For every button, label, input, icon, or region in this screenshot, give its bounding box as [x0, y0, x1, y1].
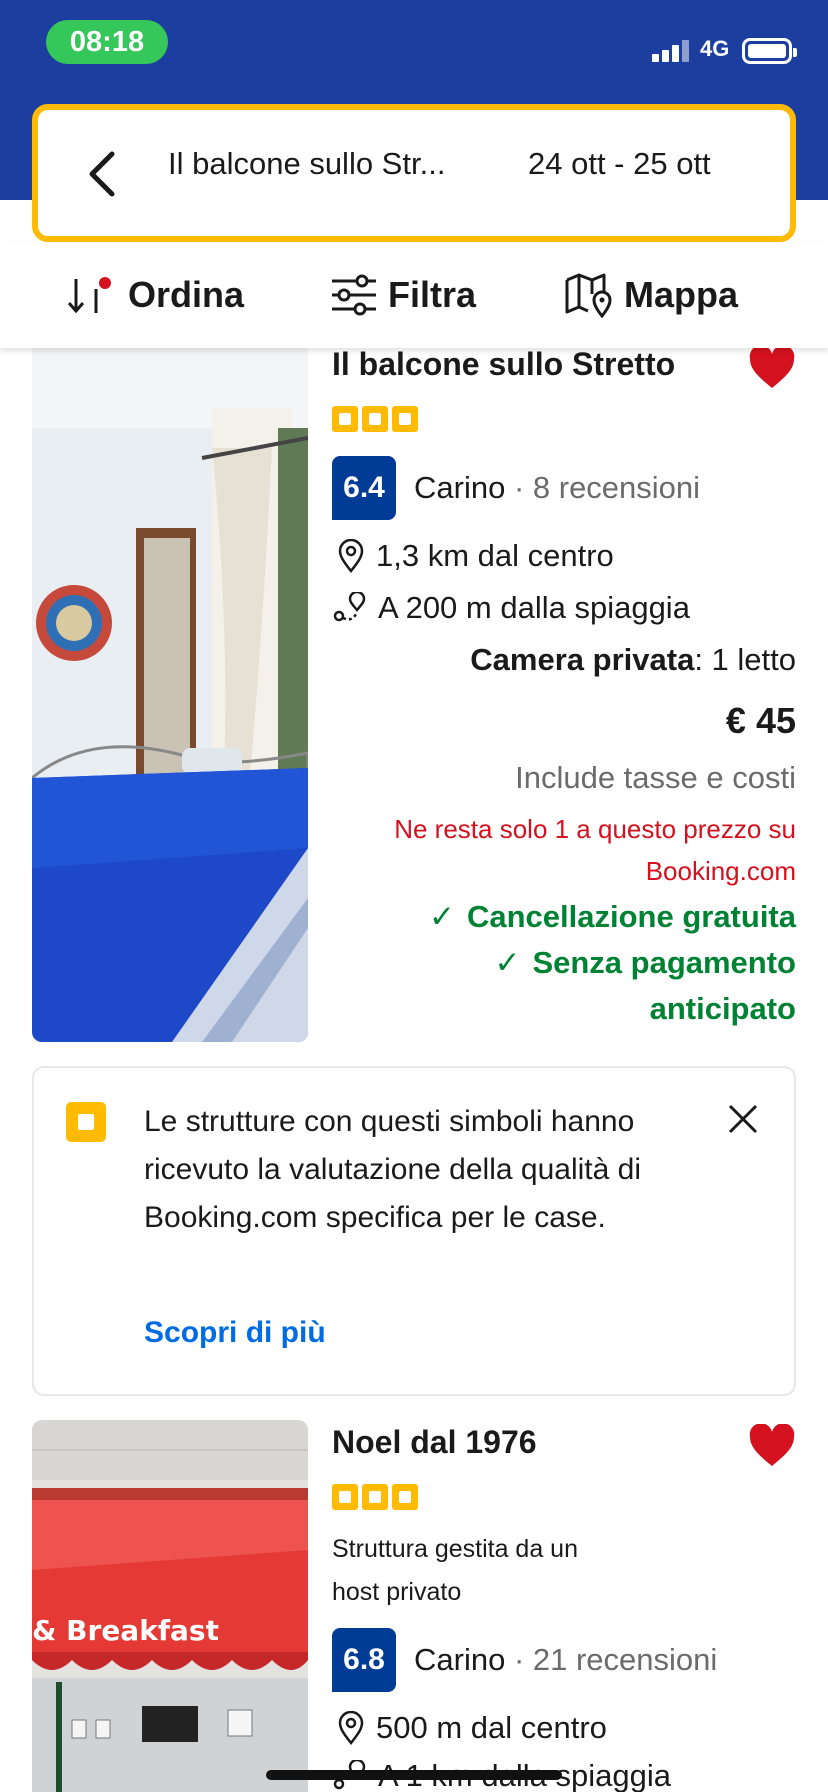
free-cancellation: ✓ Cancellazione gratuita: [429, 894, 796, 940]
results-toolbar: Ordina Filtra Mappa: [0, 242, 828, 348]
sort-label: Ordina: [128, 274, 245, 315]
filter-label: Filtra: [388, 274, 477, 315]
room-info: Camera privata: 1 letto: [470, 642, 796, 678]
favorite-heart-icon[interactable]: [748, 346, 796, 390]
perk-no-prepayment-line-1: Senza pagamento: [532, 945, 796, 980]
quality-rating-squares: [332, 1484, 418, 1510]
review-summary: Carino · 8 recensioni: [414, 470, 701, 505]
filter-icon: [332, 274, 376, 316]
check-icon: ✓: [428, 899, 455, 934]
listing-title[interactable]: Noel dal 1976: [332, 1424, 537, 1461]
rating-word: Carino: [414, 1642, 506, 1677]
review-count: 21 recensioni: [532, 1642, 718, 1677]
host-note-line-1: Struttura gestita da un: [332, 1535, 578, 1563]
home-indicator[interactable]: [266, 1770, 562, 1780]
back-icon[interactable]: [84, 150, 124, 198]
urgency-line-1: Ne resta solo 1 a questo prezzo su: [394, 814, 796, 844]
distance-beach-text: A 200 m dalla spiaggia: [378, 590, 690, 625]
search-destination[interactable]: Il balcone sullo Str...: [168, 146, 445, 182]
search-summary-bar[interactable]: Il balcone sullo Str... 24 ott - 25 ott: [32, 104, 796, 242]
distance-center-text: 500 m dal centro: [376, 1710, 607, 1745]
perk-free-cancellation: Cancellazione gratuita: [466, 899, 796, 934]
review-count: 8 recensioni: [532, 470, 701, 505]
learn-more-link[interactable]: Scopri di più: [144, 1316, 326, 1350]
location-pin-icon: [338, 1711, 364, 1745]
taxes-note: Include tasse e costi: [515, 760, 796, 795]
review-score-badge: 6.4: [332, 456, 396, 520]
price: € 45: [725, 700, 796, 741]
signal-icon: [652, 40, 692, 62]
network-label: 4G: [700, 36, 730, 61]
review-score-badge: 6.8: [332, 1628, 396, 1692]
urgency-message: Ne resta solo 1 a questo prezzo su Booki…: [394, 808, 796, 892]
beach-route-icon: [333, 592, 366, 622]
distance-center-text: 1,3 km dal centro: [376, 538, 614, 573]
favorite-heart-icon[interactable]: [748, 1424, 796, 1468]
sort-button[interactable]: Ordina: [66, 270, 244, 320]
status-bar: 08:18 4G: [0, 0, 828, 90]
close-icon[interactable]: [726, 1102, 760, 1136]
review-summary: Carino · 21 recensioni: [414, 1642, 718, 1677]
perk-no-prepayment-line-2: anticipato: [649, 991, 796, 1026]
listing-photo[interactable]: & Breakfast: [32, 1420, 308, 1792]
search-dates[interactable]: 24 ott - 25 ott: [528, 146, 711, 182]
quality-rating-squares: [332, 406, 418, 432]
room-type: Camera privata: [470, 642, 695, 677]
room-beds: : 1 letto: [694, 642, 796, 677]
host-note: Struttura gestita da un host privato: [332, 1528, 692, 1614]
quality-square-icon: [66, 1102, 106, 1142]
distance-beach: A 200 m dalla spiaggia: [332, 590, 690, 626]
map-label: Mappa: [624, 274, 739, 315]
breakfast-sign: & Breakfast: [32, 1614, 219, 1647]
map-icon: [565, 273, 612, 318]
quality-info-box: Le strutture con questi simboli hanno ri…: [32, 1066, 796, 1396]
distance-center: 500 m dal centro: [338, 1710, 607, 1746]
room-photo: [32, 348, 308, 1042]
location-pin-icon: [338, 539, 364, 573]
check-icon: ✓: [494, 945, 521, 980]
sort-icon: [67, 277, 111, 314]
battery-icon: [742, 38, 797, 64]
listing-title[interactable]: Il balcone sullo Stretto: [332, 346, 675, 383]
no-prepayment: ✓ Senza pagamento anticipato: [494, 940, 796, 1032]
status-time: 08:18: [46, 20, 168, 64]
host-note-line-2: host privato: [332, 1578, 462, 1606]
distance-center: 1,3 km dal centro: [338, 538, 614, 574]
rating-word: Carino: [414, 470, 506, 505]
info-text: Le strutture con questi simboli hanno ri…: [144, 1105, 641, 1234]
map-button[interactable]: Mappa: [564, 270, 738, 320]
listing-photo[interactable]: [32, 348, 308, 1042]
building-photo: [32, 1420, 308, 1792]
urgency-line-2: Booking.com: [645, 856, 796, 886]
filter-button[interactable]: Filtra: [330, 270, 476, 320]
